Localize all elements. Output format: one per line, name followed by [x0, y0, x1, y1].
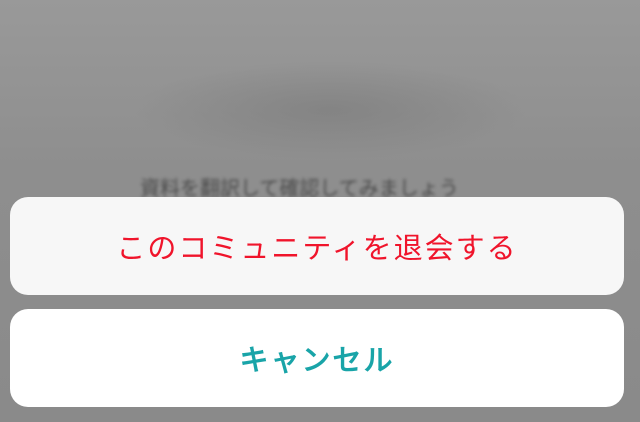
cancel-button[interactable]: キャンセル — [10, 309, 624, 407]
leave-community-button[interactable]: このコミュニティを退会する — [10, 197, 624, 295]
cancel-label: キャンセル — [239, 343, 395, 377]
action-sheet: このコミュニティを退会する キャンセル — [0, 0, 640, 422]
leave-community-label: このコミュニティを退会する — [116, 231, 518, 265]
screen: 資料を翻訳して確認してみましょう このコミュニティを退会する キャンセル — [0, 0, 640, 422]
